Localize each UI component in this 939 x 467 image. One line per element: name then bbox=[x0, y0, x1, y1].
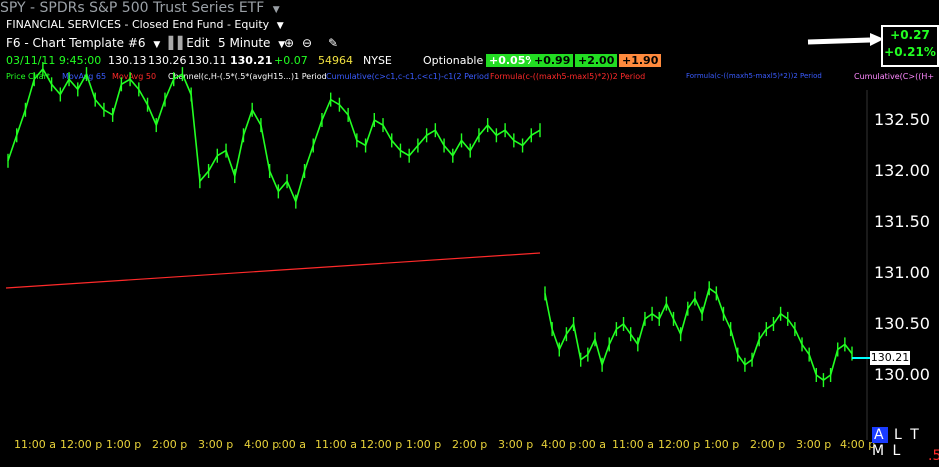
subtitle: FINANCIAL SERVICES - Closed End Fund - E… bbox=[6, 18, 284, 31]
time-tick: 2:00 p bbox=[452, 438, 488, 451]
interval-label: 5 Minute bbox=[218, 36, 271, 50]
pointer-arrow bbox=[807, 37, 871, 45]
title-text: SPY - SPDRs S&P 500 Trust Series ETF bbox=[0, 0, 265, 16]
time-tick: 2:00 p bbox=[750, 438, 786, 451]
time-tick: 1:00 p bbox=[406, 438, 442, 451]
draw-pen-icon[interactable]: ✎ bbox=[328, 36, 338, 50]
quote-change: +0.07 bbox=[274, 54, 308, 67]
price-tick: 131.50 bbox=[874, 212, 930, 231]
quote-datetime: 03/11/11 9:45:00 bbox=[6, 54, 102, 67]
bars-icon: ▐▐ bbox=[164, 36, 183, 50]
change-chip-2: +0.99 bbox=[531, 54, 574, 67]
chart-template-label: F6 - Chart Template #6 bbox=[6, 36, 146, 50]
study-movavg-50[interactable]: MovAvg 50 bbox=[112, 72, 156, 81]
zoom-in-icon[interactable]: ⊕ bbox=[284, 36, 294, 50]
time-tick: 12:00 p bbox=[658, 438, 701, 451]
price-series-1 bbox=[7, 62, 541, 209]
time-tick: 12:00 p bbox=[60, 438, 103, 451]
time-tick: 11:00 a bbox=[315, 438, 357, 451]
study-formula-1[interactable]: Formula(c-((maxh5-maxl5)*2))2 Period bbox=[490, 72, 645, 81]
change-box: +0.27 +0.21% bbox=[881, 25, 939, 67]
change-chip-3: +2.00 bbox=[575, 54, 618, 67]
time-tick: 11:00 a bbox=[612, 438, 654, 451]
time-tick: 3:00 p bbox=[198, 438, 234, 451]
chevron-down-icon[interactable]: ▼ bbox=[273, 5, 280, 15]
price-tick: 130.00 bbox=[874, 365, 930, 384]
chevron-down-icon: ▼ bbox=[153, 40, 161, 50]
study-channel[interactable]: Channel(c,H-(.5*(.5*(avgH15...)1 Period bbox=[168, 72, 327, 81]
study-price-chart[interactable]: Price Chart bbox=[6, 72, 50, 81]
moving-average-line bbox=[5, 252, 541, 289]
chart-area[interactable] bbox=[0, 0, 939, 467]
time-tick: 12:00 p bbox=[360, 438, 403, 451]
price-line bbox=[7, 67, 541, 204]
interval-select[interactable]: 5 Minute ▼ bbox=[218, 36, 285, 50]
price-tick: 132.50 bbox=[874, 110, 930, 129]
time-tick: :00 a bbox=[278, 438, 306, 451]
edit-button[interactable]: ▐▐ Edit bbox=[164, 36, 210, 50]
time-tick: 11:00 a bbox=[14, 438, 56, 451]
quote-exchange: NYSE bbox=[363, 54, 392, 67]
quote-high: 130.26 bbox=[148, 54, 187, 67]
subtitle-text: FINANCIAL SERVICES - Closed End Fund - E… bbox=[6, 18, 270, 31]
zoom-out-icon[interactable]: ⊖ bbox=[302, 36, 312, 50]
study-formula-2[interactable]: Formula(c-((maxh5-maxl5)*2))2 Period bbox=[686, 72, 822, 80]
time-tick: 2:00 p bbox=[152, 438, 188, 451]
chevron-down-icon[interactable]: ▼ bbox=[277, 21, 284, 31]
quote-open: 130.13 bbox=[108, 54, 147, 67]
price-tick: 132.00 bbox=[874, 161, 930, 180]
price-series-2 bbox=[544, 281, 853, 388]
time-tick: 4:00 p bbox=[244, 438, 280, 451]
study-movavg-65[interactable]: MovAvg 65 bbox=[62, 72, 106, 81]
study-cumulative[interactable]: Cumulative(c>c1,c-c1,c<c1)-c1(2 Period bbox=[326, 72, 489, 81]
change-points: +0.27 bbox=[890, 28, 930, 42]
time-tick: 3:00 p bbox=[796, 438, 832, 451]
window-title: SPY - SPDRs S&P 500 Trust Series ETF ▼ bbox=[0, 0, 280, 17]
change-chip-4: +1.90 bbox=[619, 54, 662, 67]
price-tick: 130.50 bbox=[874, 314, 930, 333]
quote-volume: 54964 bbox=[318, 54, 353, 67]
time-tick: :00 a bbox=[578, 438, 606, 451]
time-tick: 1:00 p bbox=[106, 438, 142, 451]
optionable-label: Optionable bbox=[423, 54, 484, 67]
quote-low: 130.11 bbox=[188, 54, 227, 67]
study-cumulative-2[interactable]: Cumulative(C>((H+ bbox=[854, 72, 934, 81]
current-price-tag: 130.21 bbox=[870, 351, 910, 365]
red-mark: .5 bbox=[928, 448, 939, 464]
time-tick: 4:00 p bbox=[541, 438, 577, 451]
quote-close: 130.21 bbox=[230, 54, 273, 67]
auto-scale-button[interactable]: A bbox=[872, 427, 888, 443]
edit-label: Edit bbox=[186, 36, 210, 50]
price-tick: 131.00 bbox=[874, 263, 930, 282]
chart-template-select[interactable]: F6 - Chart Template #6 ▼ bbox=[6, 36, 160, 50]
time-tick: 1:00 p bbox=[704, 438, 740, 451]
time-tick: 4:00 p bbox=[840, 438, 876, 451]
change-percent: +0.21% bbox=[884, 45, 936, 59]
time-tick: 3:00 p bbox=[498, 438, 534, 451]
price-line bbox=[544, 286, 853, 382]
